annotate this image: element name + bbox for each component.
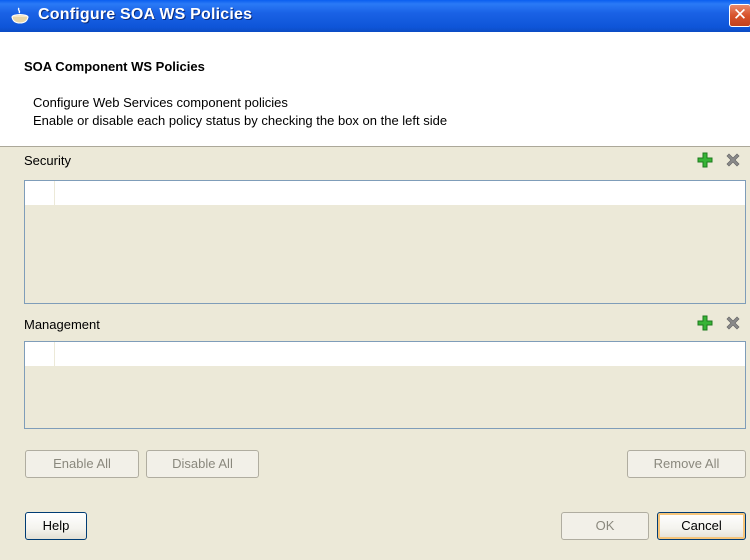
header-description-line2: Enable or disable each policy status by … <box>33 113 448 128</box>
disable-all-button[interactable]: Disable All <box>146 450 259 478</box>
cancel-button[interactable]: Cancel <box>657 512 746 540</box>
remove-security-icon[interactable] <box>725 152 741 168</box>
header-separator <box>0 146 750 147</box>
enable-all-button[interactable]: Enable All <box>25 450 139 478</box>
security-label: Security <box>24 153 71 168</box>
window-title: Configure SOA WS Policies <box>38 6 253 23</box>
ok-button[interactable]: OK <box>561 512 649 540</box>
add-security-icon[interactable] <box>697 152 713 168</box>
close-button[interactable]: ✕ <box>729 4 750 27</box>
remove-management-icon[interactable] <box>725 315 741 331</box>
table-row[interactable] <box>25 342 745 366</box>
add-management-icon[interactable] <box>697 315 713 331</box>
help-button[interactable]: Help <box>25 512 87 540</box>
management-label: Management <box>24 317 100 332</box>
coffee-cup-icon <box>11 7 29 24</box>
remove-all-button[interactable]: Remove All <box>627 450 746 478</box>
header-panel: SOA Component WS Policies Configure Web … <box>0 32 750 146</box>
row-checkbox-cell[interactable] <box>25 342 55 366</box>
table-row[interactable] <box>25 181 745 205</box>
management-policy-list[interactable] <box>24 341 746 429</box>
close-icon: ✕ <box>732 5 748 24</box>
header-description-line1: Configure Web Services component policie… <box>33 95 288 110</box>
title-bar[interactable]: Configure SOA WS Policies ✕ <box>0 0 750 32</box>
security-policy-list[interactable] <box>24 180 746 304</box>
header-title: SOA Component WS Policies <box>24 59 205 74</box>
row-checkbox-cell[interactable] <box>25 181 55 205</box>
